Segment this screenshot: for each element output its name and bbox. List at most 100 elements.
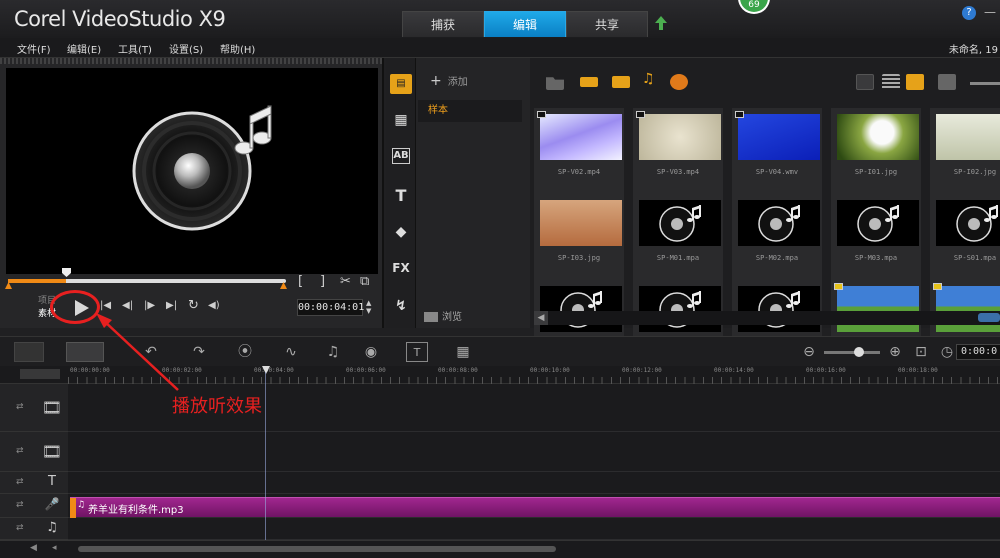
redo-icon[interactable]: ↷ <box>188 342 210 362</box>
repeat-icon[interactable]: ↻ <box>188 298 199 313</box>
video-track-icon[interactable]: 🎞 <box>40 398 64 417</box>
trim-start-marker[interactable] <box>5 282 12 289</box>
motion-tracking-icon[interactable]: ◉ <box>360 342 382 362</box>
zoom-slider-knob[interactable] <box>854 347 864 357</box>
folder-sample[interactable]: 样本 <box>418 100 522 122</box>
scrubber-handle[interactable] <box>62 268 71 277</box>
home-icon[interactable]: |◀ <box>100 300 111 311</box>
mark-in-icon[interactable]: [ <box>298 274 303 289</box>
instant-project-icon[interactable]: ▦ <box>390 110 412 130</box>
timeline-scroll-thumb[interactable] <box>78 546 556 552</box>
list-view-icon[interactable] <box>882 74 900 90</box>
tab-capture[interactable]: 捕获 <box>402 11 484 37</box>
video-thumbnail[interactable]: SP-V03.mp4 <box>633 108 723 202</box>
tab-share[interactable]: 共享 <box>566 11 648 37</box>
notification-badge[interactable]: 69 <box>738 0 770 14</box>
timeline-ruler[interactable]: 00:00:00:00 00:00:02:00 00:00:04:00 00:0… <box>0 366 1000 384</box>
volume-icon[interactable]: ◀) <box>208 300 220 311</box>
clip-trim-handle[interactable] <box>70 498 76 518</box>
video-thumbnail[interactable]: SP-V02.mp4 <box>534 108 624 202</box>
library-scroll-thumb[interactable] <box>978 313 1000 322</box>
transition-icon[interactable]: AB <box>392 148 410 164</box>
menu-tools[interactable]: 工具(T) <box>118 41 152 56</box>
audio-clip[interactable]: ♫ 养羊业有利条件.mp3 <box>70 497 1000 518</box>
library-scrollbar[interactable]: ◀ <box>534 311 1000 325</box>
upload-arrow-icon[interactable] <box>655 16 667 30</box>
audio-thumbnail[interactable]: SP-M02.mpa <box>732 194 822 288</box>
minimize-icon[interactable]: — <box>984 5 996 19</box>
folder-open-icon[interactable] <box>546 77 564 90</box>
thumbnail-size-slider[interactable] <box>970 82 1000 85</box>
preview-window[interactable] <box>6 68 378 274</box>
title-track-icon[interactable]: T <box>40 474 64 489</box>
enlarge-icon[interactable]: ⧉ <box>360 274 369 289</box>
sort-icon[interactable] <box>938 74 956 90</box>
overlay-track[interactable] <box>68 432 1000 472</box>
menu-file[interactable]: 文件(F) <box>17 41 51 56</box>
split-icon[interactable]: ✂ <box>340 274 351 289</box>
track-link-icon[interactable]: ⇄ <box>16 523 24 533</box>
prev-frame-icon[interactable]: ◀| <box>122 300 133 311</box>
scroll-left-icon[interactable]: ◀ <box>30 543 37 553</box>
show-audio-icon[interactable]: ♫ <box>642 71 660 87</box>
timeline-scrollbar[interactable]: ◀ ◂ <box>0 540 1000 558</box>
scroll-left-step-icon[interactable]: ◂ <box>52 543 57 553</box>
image-thumbnail[interactable]: SP-I01.jpg <box>831 108 921 202</box>
add-folder-button[interactable]: + 添加 <box>430 73 468 89</box>
trim-end-marker[interactable] <box>280 282 287 289</box>
audio-thumbnail[interactable]: SP-S01.mpa <box>930 194 1000 288</box>
timecode-spinner-icon[interactable]: ▲ ▼ <box>366 299 371 315</box>
voice-track-icon[interactable]: 🎤 <box>40 497 64 511</box>
menu-settings[interactable]: 设置(S) <box>169 41 203 56</box>
help-icon[interactable]: ? <box>962 6 976 20</box>
timeline-view-icon[interactable] <box>66 342 104 362</box>
title-icon[interactable]: T <box>390 186 412 206</box>
thumbnail-view-icon[interactable] <box>856 74 874 90</box>
track-manager-icon[interactable] <box>20 369 60 379</box>
show-photo-icon[interactable] <box>612 76 630 88</box>
tab-edit[interactable]: 编辑 <box>484 11 566 37</box>
audio-thumbnail[interactable]: SP-M01.mpa <box>633 194 723 288</box>
track-link-icon[interactable]: ⇄ <box>16 402 24 412</box>
graphics-icon[interactable]: ◆ <box>390 222 412 242</box>
track-link-icon[interactable]: ⇄ <box>16 477 24 487</box>
path-icon[interactable]: ↯ <box>390 296 412 316</box>
show-video-icon[interactable] <box>580 77 598 87</box>
track-link-icon[interactable]: ⇄ <box>16 446 24 456</box>
next-frame-icon[interactable]: |▶ <box>144 300 155 311</box>
zoom-in-icon[interactable]: ⊕ <box>884 342 906 362</box>
audio-thumbnail[interactable]: SP-M03.mpa <box>831 194 921 288</box>
subtitle-editor-icon[interactable]: T <box>406 342 428 362</box>
zoom-slider[interactable] <box>824 351 880 354</box>
content-filter-icon[interactable] <box>670 74 688 90</box>
browse-button[interactable]: 浏览 <box>424 308 462 323</box>
video-thumbnail[interactable]: SP-V04.wmv <box>732 108 822 202</box>
track-link-icon[interactable]: ⇄ <box>16 500 24 510</box>
overlay-track-icon[interactable]: 🎞 <box>40 442 64 461</box>
fit-project-icon[interactable]: ⊡ <box>910 342 932 362</box>
end-icon[interactable]: ▶| <box>166 300 177 311</box>
zoom-out-icon[interactable]: ⊖ <box>798 342 820 362</box>
filter-icon[interactable]: FX <box>390 258 412 278</box>
grid-view-icon[interactable] <box>906 74 924 90</box>
music-track[interactable] <box>68 518 1000 540</box>
multi-camera-icon[interactable]: ▦ <box>452 342 474 362</box>
media-icon[interactable]: ▤ <box>390 74 412 94</box>
storyboard-view-icon[interactable] <box>14 342 44 362</box>
menu-help[interactable]: 帮助(H) <box>220 41 255 56</box>
mark-out-icon[interactable]: ] <box>320 274 325 289</box>
undo-icon[interactable]: ↶ <box>140 342 162 362</box>
panel-grip[interactable] <box>0 58 382 64</box>
record-capture-icon[interactable]: ⦿ <box>234 342 256 362</box>
auto-music-icon[interactable]: ♫ <box>322 342 344 362</box>
preview-timecode[interactable]: 00:00:04:01 <box>297 299 364 316</box>
music-track-icon[interactable]: ♫ <box>40 520 64 535</box>
image-thumbnail[interactable]: SP-I02.jpg <box>930 108 1000 202</box>
menu-edit[interactable]: 编辑(E) <box>67 41 101 56</box>
timeline-timecode[interactable]: 0:00:0 <box>956 344 1000 360</box>
clock-icon[interactable]: ◷ <box>936 342 958 362</box>
image-thumbnail[interactable]: SP-I03.jpg <box>534 194 624 288</box>
title-track[interactable] <box>68 472 1000 494</box>
scroll-left-icon[interactable]: ◀ <box>534 311 548 325</box>
sound-mixer-icon[interactable]: ∿ <box>280 342 302 362</box>
